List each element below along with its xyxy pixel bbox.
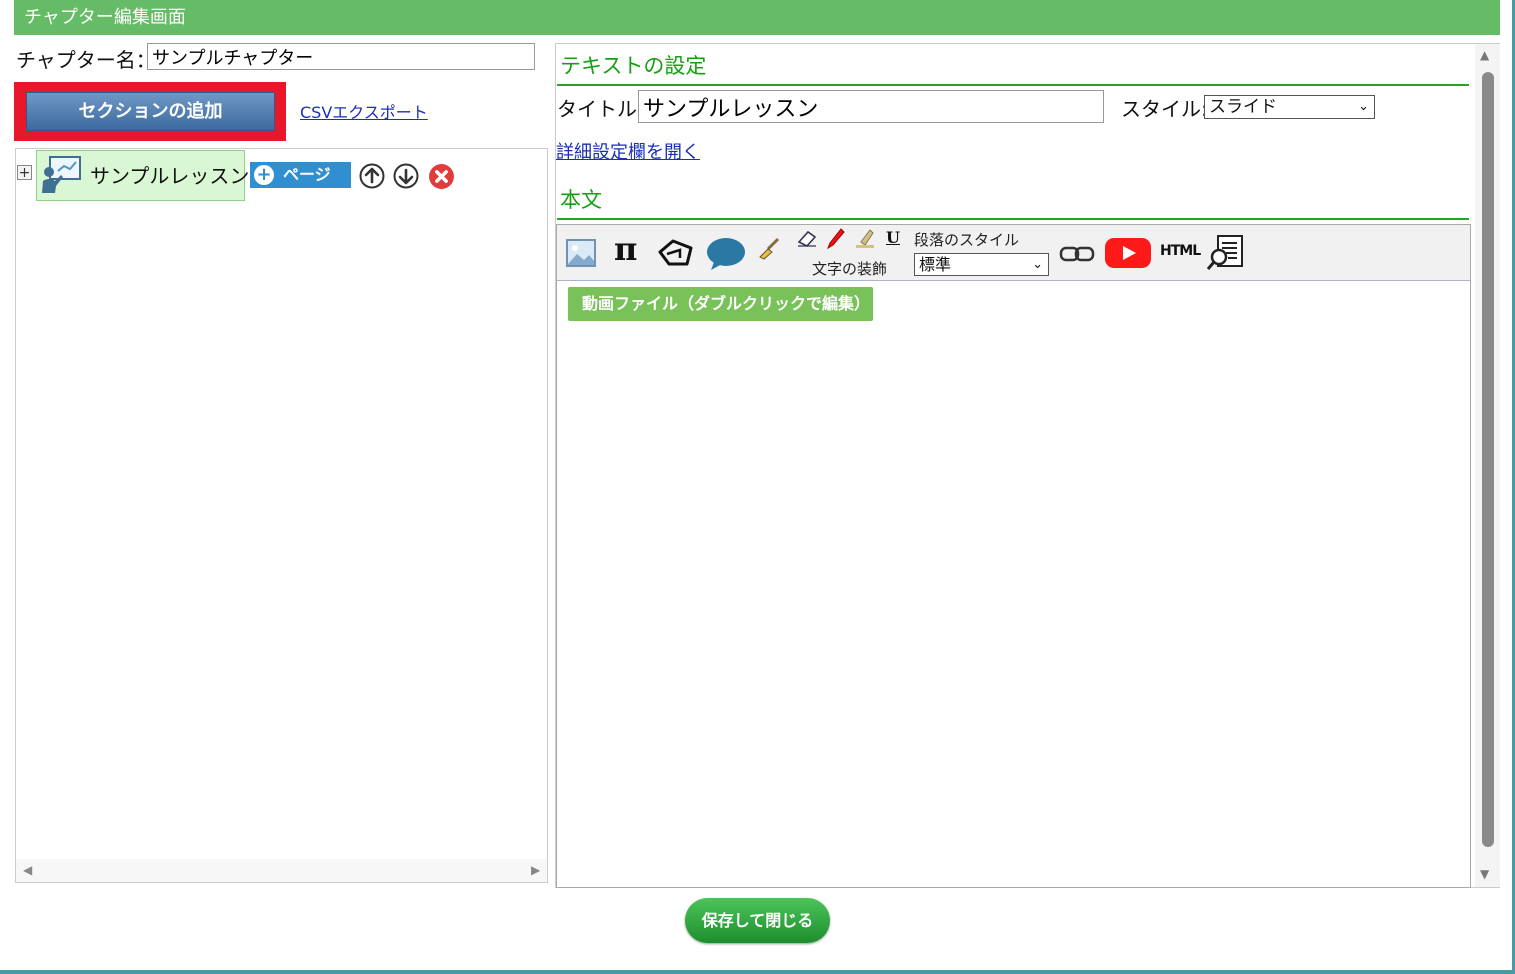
window-bottom-border [0, 970, 1515, 974]
insert-image-icon[interactable] [565, 237, 597, 273]
scroll-up-icon[interactable]: ▲ [1480, 48, 1489, 62]
style-select[interactable]: スライド ⌄ [1204, 95, 1375, 119]
preview-search-icon[interactable] [1206, 233, 1246, 277]
video-file-block[interactable]: 動画ファイル（ダブルクリックで編集） [568, 287, 873, 321]
style-label: スタイル: [1121, 97, 1208, 121]
save-and-close-button[interactable]: 保存して閉じる [685, 898, 830, 943]
body-heading: 本文 [560, 188, 602, 212]
paragraph-style-label: 段落のスタイル [914, 231, 1020, 249]
html-source-icon[interactable]: HTML [1160, 243, 1201, 259]
move-up-icon[interactable] [359, 163, 385, 189]
section-tree-panel [15, 148, 548, 883]
add-page-label: ページ [283, 165, 331, 184]
scroll-down-icon[interactable]: ▼ [1480, 867, 1489, 881]
move-down-icon[interactable] [393, 163, 419, 189]
chevron-down-icon: ⌄ [1032, 257, 1043, 272]
eraser-icon[interactable] [796, 228, 818, 252]
delete-icon[interactable] [428, 163, 454, 189]
scroll-right-icon[interactable]: ▶ [531, 863, 540, 877]
window-title: チャプター編集画面 [24, 7, 186, 28]
scroll-left-icon[interactable]: ◀ [23, 863, 32, 877]
paragraph-style-select[interactable]: 標準 ⌄ [914, 253, 1049, 276]
window-title-bar: チャプター編集画面 [14, 0, 1500, 35]
red-pen-icon[interactable] [824, 227, 846, 253]
speech-bubble-icon[interactable] [705, 236, 747, 276]
text-settings-heading: テキストの設定 [560, 54, 707, 78]
tree-expand-toggle[interactable]: + [17, 165, 32, 181]
body-editor[interactable] [556, 224, 1471, 888]
heading-divider [557, 84, 1469, 86]
scrollbar-thumb[interactable] [1482, 72, 1494, 847]
add-page-button[interactable]: + ページ [250, 162, 351, 188]
chevron-down-icon: ⌄ [1358, 99, 1369, 114]
paragraph-style-value: 標準 [919, 255, 952, 274]
body-heading-divider [557, 218, 1469, 220]
editor-vertical-scrollbar[interactable]: ▲ ▼ [1475, 44, 1500, 887]
chapter-name-label: チャプター名： [16, 48, 156, 72]
title-label: タイトル: [557, 97, 644, 121]
text-decoration-label: 文字の装飾 [812, 260, 888, 278]
title-input[interactable] [638, 90, 1104, 123]
csv-export-link[interactable]: CSVエクスポート [300, 99, 428, 123]
chapter-name-input[interactable] [147, 43, 535, 70]
underline-icon[interactable]: U [886, 228, 900, 247]
tree-horizontal-scrollbar[interactable]: ◀ ▶ [16, 859, 547, 882]
link-icon[interactable] [1059, 244, 1095, 268]
style-select-value: スライド [1209, 97, 1277, 117]
clear-format-brush-icon[interactable] [756, 237, 782, 265]
open-detail-settings-link[interactable]: 詳細設定欄を開く [556, 138, 700, 164]
highlighter-icon[interactable] [854, 228, 876, 254]
lesson-teacher-icon [40, 155, 82, 199]
add-section-button[interactable]: セクションの追加 [26, 92, 275, 131]
lesson-label: サンプルレッスン [90, 164, 250, 188]
math-pi-icon[interactable]: π [614, 230, 637, 268]
youtube-icon[interactable] [1104, 237, 1152, 273]
plus-icon: + [254, 165, 274, 185]
shape-icon[interactable] [656, 238, 696, 272]
